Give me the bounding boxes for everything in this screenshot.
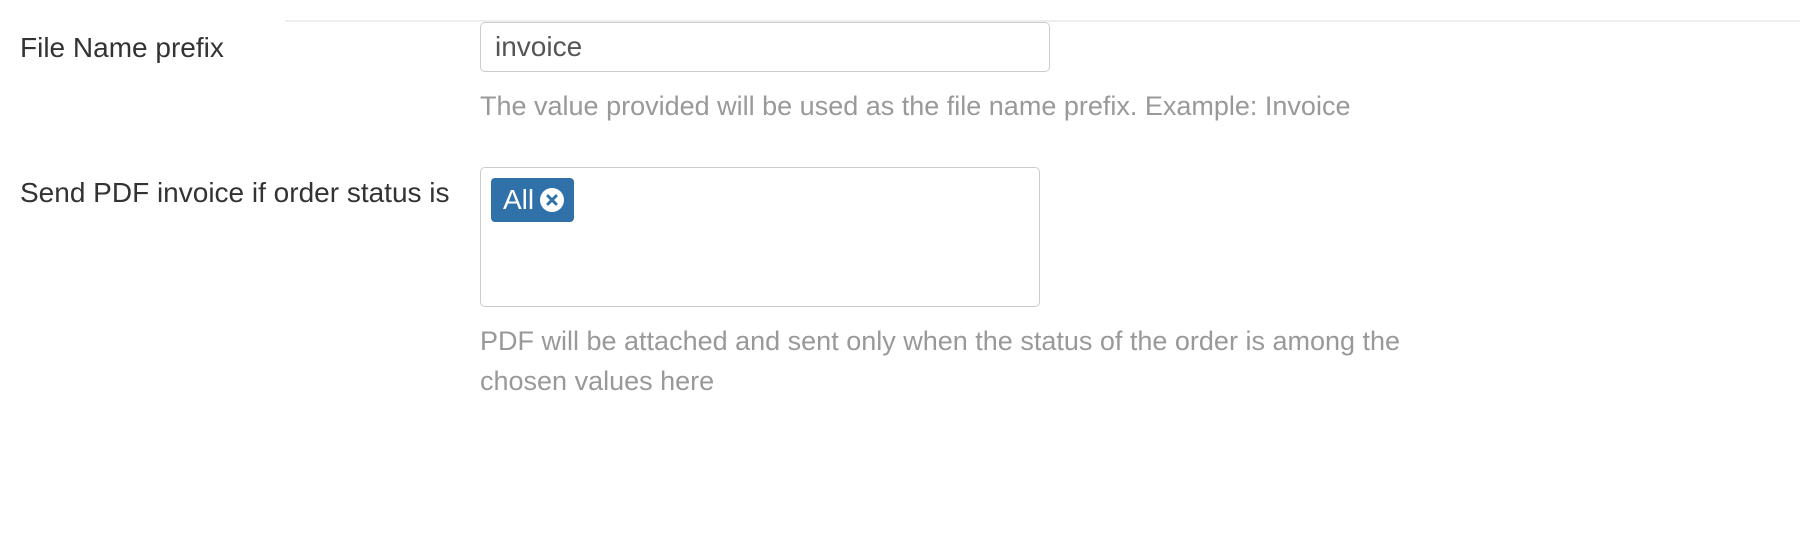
tag-all: All (491, 178, 574, 222)
form-row-order-status: Send PDF invoice if order status is All … (20, 167, 1800, 402)
file-name-prefix-help: The value provided will be used as the f… (480, 86, 1460, 127)
file-name-prefix-control: The value provided will be used as the f… (480, 22, 1800, 127)
tag-label: All (503, 182, 534, 218)
order-status-label: Send PDF invoice if order status is (20, 167, 470, 209)
form-row-file-name-prefix: File Name prefix The value provided will… (20, 22, 1800, 127)
close-icon[interactable] (540, 188, 564, 212)
order-status-tag-input[interactable]: All (480, 167, 1040, 307)
order-status-control: All PDF will be attached and sent only w… (480, 167, 1800, 402)
order-status-help: PDF will be attached and sent only when … (480, 321, 1460, 402)
file-name-prefix-input[interactable] (480, 22, 1050, 72)
file-name-prefix-label: File Name prefix (20, 22, 470, 64)
